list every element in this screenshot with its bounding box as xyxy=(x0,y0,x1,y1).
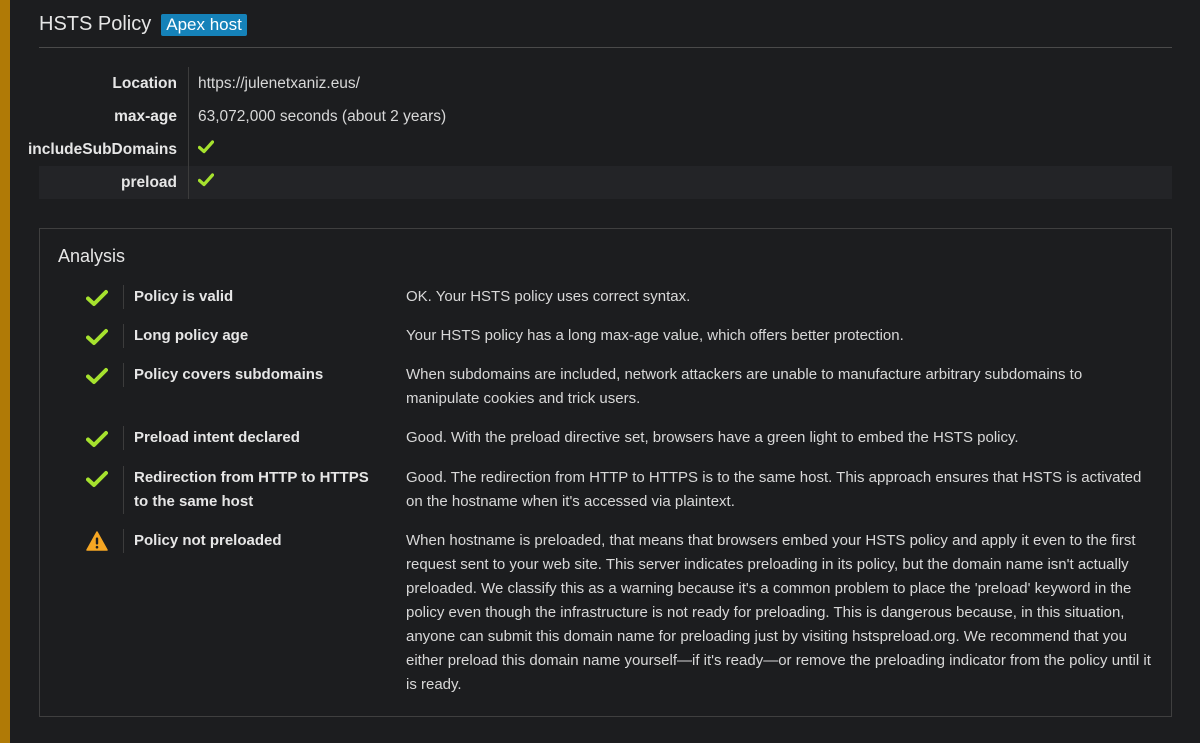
analysis-item-name: Preload intent declared xyxy=(123,426,383,450)
policy-value xyxy=(189,173,214,192)
apex-host-badge: Apex host xyxy=(161,13,247,36)
analysis-panel: Analysis Policy is valid OK. Your HSTS p… xyxy=(39,228,1172,717)
check-icon xyxy=(198,173,214,187)
hsts-policy-section: HSTS Policy Apex host Location https://j… xyxy=(28,0,1172,717)
policy-row-preload: preload xyxy=(39,166,1172,199)
policy-value xyxy=(189,140,214,159)
policy-value: https://julenetxaniz.eus/ xyxy=(198,74,360,92)
analysis-item-desc: Good. With the preload directive set, br… xyxy=(406,429,1019,446)
policy-row-max-age: max-age 63,072,000 seconds (about 2 year… xyxy=(39,100,1172,133)
check-icon xyxy=(86,470,108,488)
analysis-item-name: Policy is valid xyxy=(123,285,383,309)
policy-table: Location https://julenetxaniz.eus/ max-a… xyxy=(28,67,1172,199)
policy-value: 63,072,000 seconds (about 2 years) xyxy=(198,107,447,125)
check-icon xyxy=(86,367,108,385)
analysis-item-name: Long policy age xyxy=(123,324,383,348)
check-icon xyxy=(86,289,108,307)
check-icon xyxy=(86,328,108,346)
check-icon xyxy=(86,430,108,448)
policy-row-includesubdomains: includeSubDomains xyxy=(28,133,1172,166)
policy-key: includeSubDomains xyxy=(28,133,189,166)
left-accent-bar xyxy=(0,0,10,743)
policy-key: preload xyxy=(39,166,189,199)
analysis-item-desc: OK. Your HSTS policy uses correct syntax… xyxy=(406,288,691,305)
analysis-item-desc: Good. The redirection from HTTP to HTTPS… xyxy=(406,469,1142,510)
analysis-item-name: Policy covers subdomains xyxy=(123,363,383,387)
analysis-item-name: Redirection from HTTP to HTTPS to the sa… xyxy=(123,466,385,514)
analysis-item-desc: When hostname is preloaded, that means t… xyxy=(406,532,1151,693)
section-header: HSTS Policy Apex host xyxy=(39,0,1172,48)
analysis-item-name: Policy not preloaded xyxy=(123,529,383,553)
analysis-title: Analysis xyxy=(58,246,126,266)
analysis-item-desc: When subdomains are included, network at… xyxy=(406,366,1083,407)
warning-icon xyxy=(86,531,108,551)
check-icon xyxy=(198,140,214,154)
policy-row-location: Location https://julenetxaniz.eus/ xyxy=(39,67,1172,100)
policy-key: max-age xyxy=(39,100,189,133)
policy-key: Location xyxy=(39,67,189,100)
section-title: HSTS Policy xyxy=(39,13,152,35)
analysis-item-desc: Your HSTS policy has a long max-age valu… xyxy=(406,327,904,344)
